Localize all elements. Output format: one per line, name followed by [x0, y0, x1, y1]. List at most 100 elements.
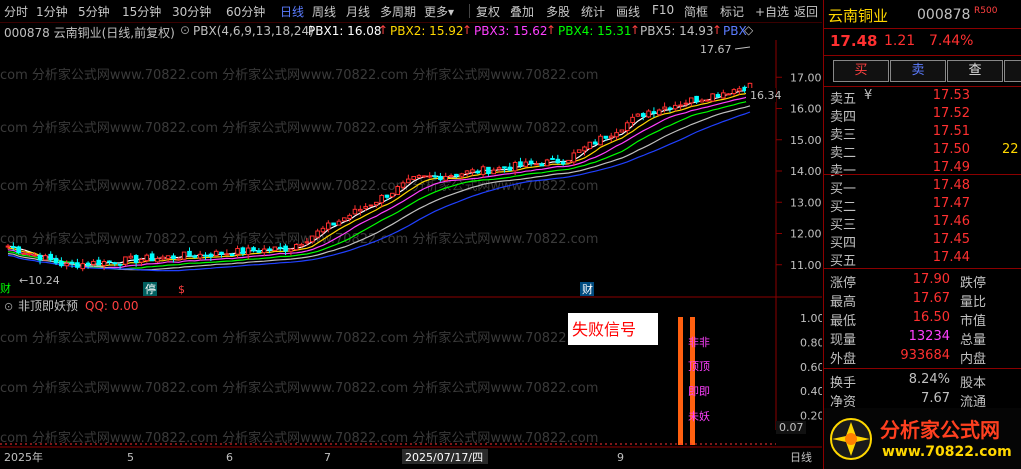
candle[interactable]: [656, 109, 662, 116]
candle[interactable]: [123, 256, 128, 265]
candle[interactable]: [101, 260, 107, 266]
candle[interactable]: [587, 141, 593, 150]
candle[interactable]: [16, 246, 21, 254]
candle[interactable]: [75, 262, 80, 268]
finance-marker[interactable]: 财: [582, 282, 593, 296]
candle[interactable]: [43, 255, 48, 261]
candle[interactable]: [502, 166, 507, 169]
event-marker[interactable]: 财: [0, 281, 11, 295]
candle[interactable]: [438, 175, 443, 180]
candle[interactable]: [315, 230, 320, 238]
candle[interactable]: [176, 258, 182, 261]
candle[interactable]: [251, 247, 256, 252]
candle[interactable]: [85, 262, 91, 266]
candle[interactable]: [737, 88, 742, 92]
candle[interactable]: [464, 170, 470, 174]
candle[interactable]: [69, 261, 75, 264]
draw-line-button[interactable]: 画线: [616, 3, 640, 20]
suspend-marker[interactable]: 停: [145, 282, 156, 296]
candle[interactable]: [630, 116, 635, 124]
candle[interactable]: [742, 86, 747, 92]
candle[interactable]: [550, 157, 555, 160]
candle[interactable]: [592, 141, 598, 145]
mark-button[interactable]: 标记: [720, 3, 744, 20]
multi-stock-button[interactable]: 多股: [546, 3, 570, 20]
candle[interactable]: [139, 259, 144, 263]
candle[interactable]: [390, 192, 395, 198]
candle[interactable]: [534, 163, 539, 166]
f10-button[interactable]: F10: [652, 3, 674, 17]
candle[interactable]: [272, 246, 278, 252]
dropdown-icon[interactable]: ⊙: [180, 23, 190, 37]
candle[interactable]: [480, 166, 486, 175]
candle[interactable]: [160, 256, 166, 260]
candle[interactable]: [555, 158, 561, 164]
tab-15min[interactable]: 15分钟: [122, 3, 161, 20]
candle[interactable]: [704, 99, 710, 102]
candle[interactable]: [576, 149, 582, 153]
candle[interactable]: [171, 255, 176, 259]
candle[interactable]: [384, 194, 390, 198]
candle[interactable]: [133, 255, 139, 264]
tab-monthly[interactable]: 月线: [346, 3, 370, 20]
tab-5min[interactable]: 5分钟: [78, 3, 110, 20]
stats-button[interactable]: 统计: [581, 3, 605, 20]
candle[interactable]: [721, 92, 726, 99]
candle[interactable]: [726, 93, 731, 96]
candle[interactable]: [518, 161, 523, 167]
candle[interactable]: [667, 107, 673, 110]
candle[interactable]: [128, 255, 134, 259]
buy-button[interactable]: 买: [833, 60, 889, 82]
candle[interactable]: [277, 246, 283, 249]
candle[interactable]: [283, 245, 288, 252]
candle[interactable]: [646, 110, 651, 118]
candle[interactable]: [208, 253, 214, 258]
candle[interactable]: [496, 167, 502, 170]
candle[interactable]: [400, 182, 406, 188]
candle[interactable]: [21, 252, 27, 255]
candle[interactable]: [448, 175, 454, 178]
candle[interactable]: [213, 250, 219, 257]
candle[interactable]: [475, 170, 481, 174]
query-button[interactable]: 查: [947, 60, 1003, 82]
candle[interactable]: [342, 217, 347, 222]
candle[interactable]: [608, 135, 614, 139]
candle[interactable]: [624, 122, 630, 132]
candle[interactable]: [197, 253, 203, 259]
simple-frame-button[interactable]: 简框: [684, 3, 708, 20]
candle[interactable]: [59, 260, 64, 267]
event-marker[interactable]: $: [178, 283, 185, 296]
candle[interactable]: [293, 244, 299, 251]
candle[interactable]: [459, 173, 465, 177]
candle[interactable]: [288, 248, 294, 252]
candle[interactable]: [411, 175, 416, 181]
tab-weekly[interactable]: 周线: [312, 3, 336, 20]
candle[interactable]: [80, 263, 86, 270]
candle[interactable]: [304, 241, 310, 244]
candle[interactable]: [149, 253, 155, 262]
cancel-button[interactable]: [1004, 60, 1021, 82]
candle[interactable]: [651, 111, 657, 114]
candle[interactable]: [245, 247, 251, 256]
candle[interactable]: [699, 99, 705, 103]
candle[interactable]: [219, 251, 224, 255]
candle[interactable]: [320, 227, 326, 233]
candle[interactable]: [352, 208, 358, 215]
kline-chart[interactable]: com 分析家公式网www.70822.com 分析家公式网www.70822.…: [0, 40, 822, 469]
candle[interactable]: [181, 251, 187, 260]
candle[interactable]: [267, 248, 272, 251]
candle[interactable]: [560, 161, 566, 165]
candle[interactable]: [144, 254, 150, 262]
candle[interactable]: [224, 253, 230, 256]
tab-1min[interactable]: 1分钟: [36, 3, 68, 20]
candle[interactable]: [107, 260, 112, 263]
candle[interactable]: [299, 243, 304, 247]
period-indicator[interactable]: 日线: [790, 450, 812, 464]
candle[interactable]: [598, 135, 603, 146]
candle[interactable]: [336, 220, 342, 226]
candle[interactable]: [512, 161, 518, 172]
candle[interactable]: [523, 161, 529, 167]
candle[interactable]: [5, 245, 11, 248]
settings-icon[interactable]: ⊙: [4, 300, 13, 313]
candle[interactable]: [309, 235, 315, 243]
